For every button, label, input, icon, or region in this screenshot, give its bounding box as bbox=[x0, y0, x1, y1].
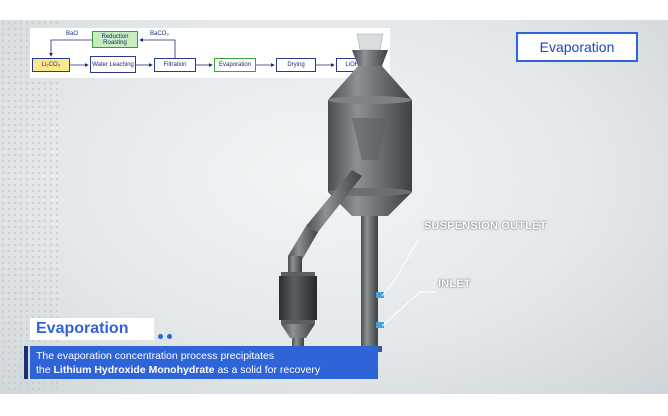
caption-line-2: the Lithium Hydroxide Monohydrate as a s… bbox=[36, 363, 378, 377]
caption-line-1: The evaporation concentration process pr… bbox=[36, 350, 275, 362]
suspension-outlet-callout: SUSPENSION OUTLET bbox=[424, 220, 547, 232]
caption-accent-bar bbox=[24, 346, 28, 379]
caption-text: The evaporation concentration process pr… bbox=[30, 346, 378, 379]
caption-line-2-suffix: as a solid for recovery bbox=[214, 364, 321, 376]
caption-heading: Evaporation bbox=[30, 318, 154, 340]
video-frame: BaO Reduction Roasting BaCO₃ Li₂CO₃ Wate… bbox=[0, 20, 668, 394]
heading-dot bbox=[158, 334, 163, 339]
caption-highlight: Lithium Hydroxide Monohydrate bbox=[53, 364, 215, 376]
caption-line-2-prefix: the bbox=[36, 364, 54, 376]
inlet-callout: INLET bbox=[438, 278, 471, 290]
heading-dot bbox=[167, 334, 172, 339]
